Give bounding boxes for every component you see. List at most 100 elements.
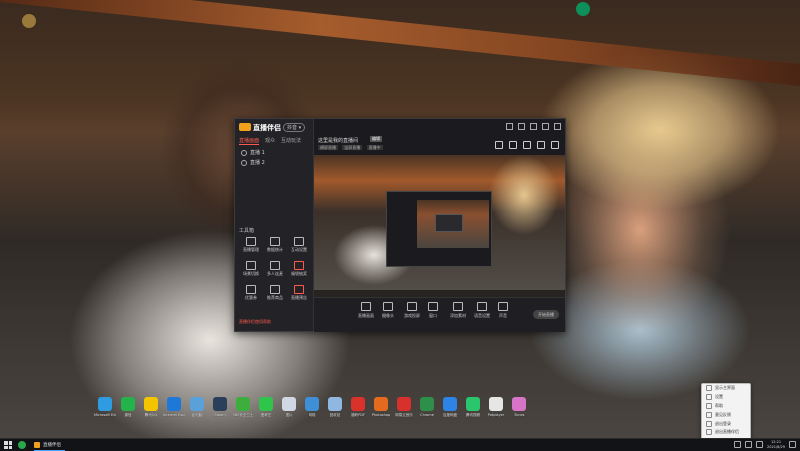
eye-icon[interactable] (241, 159, 247, 166)
desktop-icon[interactable]: 腾讯视频 (462, 397, 484, 418)
settings-icon[interactable] (518, 123, 525, 130)
ctrl-label: 声音 (499, 313, 507, 318)
clock[interactable]: 12:21 2021/6/29 (767, 440, 785, 449)
system-tray: 12:21 2021/6/29 (734, 440, 796, 449)
eye-icon[interactable] (241, 149, 247, 156)
room-title: 这里是我的直播间 (318, 138, 359, 144)
desktop-icon[interactable]: 回收站 (324, 397, 346, 418)
desktop-icon-label: 网易云音乐 (395, 413, 413, 417)
mode-landscape[interactable]: 横屏直播 (318, 145, 338, 150)
menu-show-main[interactable]: 显示主界面 (702, 384, 750, 393)
platform-selector[interactable]: 抖音 ▾ (283, 123, 306, 132)
tool-live-manage[interactable]: 直播管理 (239, 237, 263, 253)
menu-help[interactable]: 帮助 (702, 402, 750, 411)
scene-label: 直播 1 (250, 150, 265, 156)
app-icon (213, 397, 227, 411)
desktop-icon[interactable]: 网易云音乐 (393, 397, 415, 418)
mode-portrait[interactable]: 竖屏直播 (342, 145, 363, 150)
tool-lucky-bag[interactable]: 福袋抽奖 (287, 261, 311, 277)
menu-label: 显示主界面 (715, 385, 735, 391)
ctrl-label: 添加素材 (450, 313, 466, 318)
people-icon (270, 261, 280, 270)
desktop-icon[interactable]: Photoshop (370, 397, 392, 418)
menu-exit[interactable]: 退出直播伴侣 (702, 428, 750, 437)
ctrl-game-cast[interactable]: 游戏投屏 (404, 302, 420, 319)
ctrl-window[interactable]: 窗口 (428, 302, 438, 319)
close-icon[interactable] (554, 123, 561, 130)
camera-icon[interactable] (523, 141, 531, 149)
clock-date: 2021/6/29 (767, 444, 785, 449)
tab-live-scene[interactable]: 直播画面 (239, 137, 260, 145)
sidebar-tabs: 直播画面 观众 互动玩法 (239, 137, 301, 145)
calendar-icon (294, 285, 304, 294)
ctrl-voice[interactable]: 语音设置 (474, 302, 490, 319)
tool-preview[interactable]: 直播预告 (287, 285, 311, 301)
app-icon (282, 397, 296, 411)
desktop-icon[interactable]: Steam (209, 397, 231, 418)
desktop-icon[interactable]: 网络 (301, 397, 323, 418)
menu-label: 意见反馈 (715, 411, 731, 417)
taskbar: 直播伴侣 12:21 2021/6/29 (0, 438, 800, 451)
desktop-icon[interactable]: 微信 (117, 397, 139, 418)
browser-taskbar-icon[interactable] (18, 441, 26, 449)
ctrl-sound[interactable]: 声音 (498, 302, 508, 319)
desktop-icon[interactable]: Chrome (416, 397, 438, 418)
gamepad-icon (407, 302, 417, 311)
bell-icon[interactable] (537, 141, 545, 149)
desktop-icon-label: 福昕PDF (351, 413, 365, 417)
tool-products[interactable]: 推荐商品 (263, 285, 287, 301)
skin-icon[interactable] (506, 123, 513, 130)
app-icon (466, 397, 480, 411)
ctrl-add-material[interactable]: 添加素材 (450, 302, 466, 319)
tool-scene-switch[interactable]: 场景切换 (239, 261, 263, 277)
desktop-icon[interactable]: 爱奇艺 (255, 397, 277, 418)
desktop-icon[interactable]: iTunes (508, 397, 530, 418)
desktop-icon[interactable]: 百度网盘 (439, 397, 461, 418)
desktop-icon[interactable]: 福昕PDF (347, 397, 369, 418)
lock-icon[interactable] (509, 141, 517, 149)
tool-interaction-settings[interactable]: 互动设置 (287, 237, 311, 253)
power-icon (706, 429, 712, 436)
mic-icon (477, 302, 487, 311)
menu-feedback[interactable]: 意见反馈 (702, 410, 750, 419)
ctrl-live-scene[interactable]: 直播画面 (358, 302, 374, 319)
ctrl-label: 语音设置 (474, 313, 490, 318)
tab-audience[interactable]: 观众 (265, 137, 275, 145)
share-icon[interactable] (551, 141, 559, 149)
menu-label: 设置 (715, 394, 723, 400)
tool-data-stats[interactable]: 数据统计 (263, 237, 287, 253)
desktop-icon[interactable]: 此电脑 (186, 397, 208, 418)
scene-item[interactable]: 直播 1 (241, 149, 265, 156)
desktop-icon-label: 360安全卫士 (232, 413, 254, 417)
taskbar-app-live-companion[interactable]: 直播伴侣 (34, 440, 65, 451)
home-icon[interactable] (495, 141, 503, 149)
tool-multi-link[interactable]: 多人连麦 (263, 261, 287, 277)
desktop-icon[interactable]: 腾讯QQ (140, 397, 162, 418)
menu-logout[interactable]: 退出登录 (702, 419, 750, 428)
desktop-icon[interactable]: 图片 (278, 397, 300, 418)
menu-settings[interactable]: 设置 (702, 393, 750, 402)
start-live-button[interactable]: 开始直播 (533, 310, 559, 319)
live-preview[interactable] (314, 155, 565, 297)
desktop-icon-label: Chrome (420, 413, 434, 417)
tool-coupon[interactable]: 优惠券 (239, 285, 263, 301)
volume-icon[interactable] (756, 441, 764, 448)
help-link[interactable]: 直播伴侣使用帮助 (239, 319, 271, 325)
minimize-icon[interactable] (530, 123, 537, 130)
desktop-icon[interactable]: Microsoft Edge (94, 397, 116, 418)
chevron-up-icon[interactable] (734, 441, 742, 448)
tab-interaction[interactable]: 互动玩法 (281, 137, 301, 145)
desktop-icon[interactable]: 360安全卫士 (232, 397, 254, 418)
scene-item[interactable]: 直播 2 (241, 159, 265, 166)
desktop-icon-label: Steam (214, 413, 226, 417)
tool-label: 直播管理 (243, 247, 259, 252)
notification-icon[interactable] (789, 441, 796, 448)
windows-start-icon[interactable] (4, 441, 12, 449)
desktop-icon[interactable]: Potplayer (485, 397, 507, 418)
app-icon (190, 397, 204, 411)
ctrl-camera[interactable]: 摄像头 (382, 302, 394, 319)
edit-title-button[interactable]: 编辑 (370, 136, 382, 142)
maximize-icon[interactable] (542, 123, 549, 130)
desktop-icon[interactable]: Internet Explorer (163, 397, 185, 418)
network-icon[interactable] (745, 441, 753, 448)
